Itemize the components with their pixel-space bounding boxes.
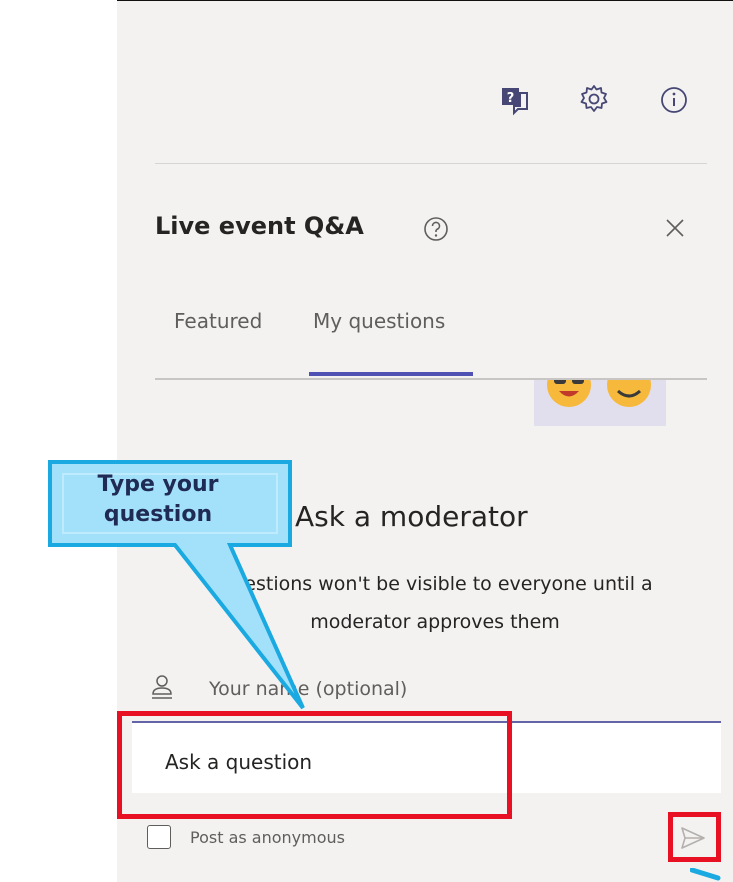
arrow-indicator	[690, 868, 721, 881]
callout-text: Type your question	[68, 470, 248, 530]
callout-line-2: question	[103, 502, 213, 527]
callout-shape	[48, 460, 305, 710]
callout-line-1: Type your	[97, 472, 219, 497]
